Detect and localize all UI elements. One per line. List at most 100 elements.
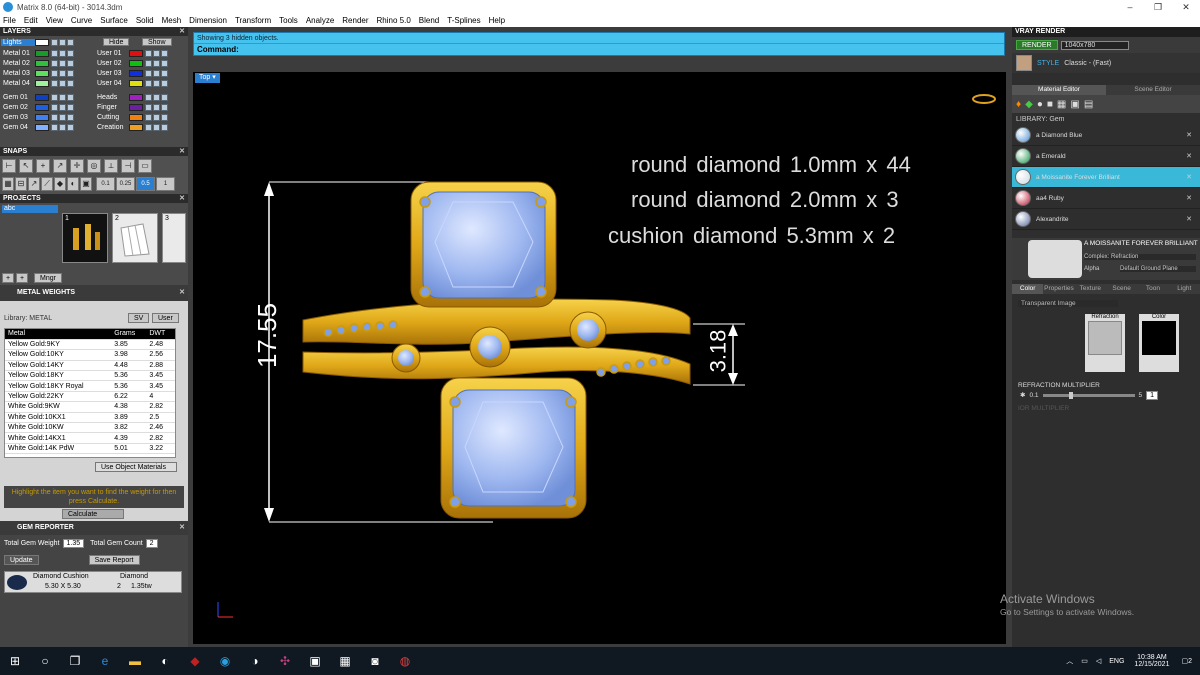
tab-texture[interactable]: Texture (1074, 284, 1106, 294)
layer-color-swatch[interactable] (129, 114, 143, 121)
lock-icon[interactable] (153, 50, 160, 57)
layer-color-swatch[interactable] (129, 124, 143, 131)
snap-option-icon[interactable]: ⟋ (41, 177, 53, 191)
menu-render[interactable]: Render (342, 16, 368, 25)
snap-option-icon[interactable]: ↗ (28, 177, 40, 191)
tab-light[interactable]: Light (1168, 284, 1200, 294)
update-button[interactable]: Update (4, 555, 39, 565)
layer-color-swatch[interactable] (129, 60, 143, 67)
eye-icon[interactable] (51, 124, 58, 131)
table-row[interactable]: White Gold:14KX1 4.39 2.82 (5, 432, 175, 444)
layer-row[interactable]: Finger (95, 103, 169, 112)
material-item[interactable]: a Diamond Blue ✕ (1012, 125, 1200, 146)
close-button[interactable]: ✕ (1172, 2, 1200, 13)
layer-toggle-icon[interactable] (161, 50, 168, 57)
layer-name[interactable]: Gem 02 (1, 104, 35, 111)
lock-icon[interactable] (59, 70, 66, 77)
menu-transform[interactable]: Transform (235, 16, 271, 25)
menu-tools[interactable]: Tools (279, 16, 298, 25)
layer-name[interactable]: Lights (1, 39, 35, 46)
layer-color-swatch[interactable] (35, 124, 49, 131)
add-project-button[interactable]: + (2, 273, 14, 283)
layer-color-swatch[interactable] (35, 80, 49, 87)
snap-tool-icon[interactable]: ⟂ (104, 159, 118, 173)
layer-row[interactable]: Metal 01 (1, 49, 75, 58)
remove-material-icon[interactable]: ✕ (1186, 131, 1192, 139)
eye-icon[interactable] (51, 80, 58, 87)
layer-toggle-icon[interactable] (67, 80, 74, 87)
lock-icon[interactable] (59, 39, 66, 46)
tab-toon[interactable]: Toon (1137, 284, 1169, 294)
table-row[interactable]: Yellow Gold:14KY 4.48 2.88 (5, 360, 175, 372)
tab-properties[interactable]: Properties (1043, 284, 1075, 294)
layer-color-swatch[interactable] (35, 39, 49, 46)
notifications-icon[interactable]: ▢2 (1181, 657, 1192, 665)
layer-color-swatch[interactable] (35, 114, 49, 121)
resolution-field[interactable]: 1040x780 (1060, 40, 1129, 50)
menu-help[interactable]: Help (489, 16, 505, 25)
square-icon[interactable]: ■ (1047, 99, 1053, 110)
project-thumb[interactable]: 2 (112, 213, 158, 263)
app-icon-3[interactable]: ◑ (240, 647, 270, 675)
save-report-button[interactable]: Save Report (88, 555, 140, 565)
layer-name[interactable]: Gem 01 (1, 94, 35, 101)
snap-tool-icon[interactable]: + (36, 159, 50, 173)
eye-icon[interactable] (51, 39, 58, 46)
eye-icon[interactable] (51, 50, 58, 57)
snap-tool-icon[interactable]: ↗ (53, 159, 67, 173)
snap-tool-icon[interactable]: ◎ (87, 159, 101, 173)
layer-color-swatch[interactable] (129, 50, 143, 57)
table-row[interactable]: Yellow Gold:10KY 3.98 2.56 (5, 349, 175, 361)
ground-select[interactable]: Default Ground Plane (1120, 266, 1196, 272)
snap-tool-icon[interactable]: ⊢ (2, 159, 16, 173)
layer-name[interactable]: Creation (95, 124, 129, 131)
menu-t-splines[interactable]: T-Splines (447, 16, 480, 25)
layer-toggle-icon[interactable] (67, 70, 74, 77)
table-row[interactable]: White Gold:14K PdW 5.01 3.22 (5, 443, 175, 455)
layer-color-swatch[interactable] (35, 50, 49, 57)
layer-name[interactable]: Metal 02 (1, 60, 35, 67)
layer-row[interactable]: Metal 03 (1, 69, 75, 78)
lock-icon[interactable] (153, 70, 160, 77)
eye-icon[interactable] (51, 104, 58, 111)
menu-dimension[interactable]: Dimension (189, 16, 227, 25)
close-icon[interactable]: ✕ (179, 285, 185, 301)
use-object-materials-select[interactable]: Use Object Materials (95, 462, 177, 472)
viewport-top[interactable]: Top ▾ round diamond 1.0mm x 44 round dia… (193, 72, 1006, 644)
snap-option-icon[interactable]: ◆ (54, 177, 66, 191)
app-icon-5[interactable]: ▣ (300, 647, 330, 675)
layer-name[interactable]: User 01 (95, 50, 129, 57)
eye-icon[interactable] (51, 60, 58, 67)
refraction-slot[interactable]: Refraction (1085, 314, 1125, 372)
eye-icon[interactable] (145, 94, 152, 101)
material-item[interactable]: a Moissanite Forever Brilliant ✕ (1012, 167, 1200, 188)
volume-icon[interactable]: ◁ (1096, 657, 1101, 665)
layer-row[interactable]: Creation (95, 123, 169, 132)
menu-rhino-5-0[interactable]: Rhino 5.0 (377, 16, 411, 25)
eye-icon[interactable] (145, 50, 152, 57)
menu-analyze[interactable]: Analyze (306, 16, 334, 25)
task-view-icon[interactable]: ❐ (60, 647, 90, 675)
snap-tool-icon[interactable]: ✛ (70, 159, 84, 173)
lock-icon[interactable] (153, 104, 160, 111)
chrome-icon[interactable]: ◍ (390, 647, 420, 675)
project-thumb[interactable]: 3 (162, 213, 186, 263)
tab-scene-editor[interactable]: Scene Editor (1106, 85, 1200, 95)
lock-icon[interactable] (153, 124, 160, 131)
clock[interactable]: 10:38 AM 12/15/2021 (1134, 654, 1169, 668)
layer-toggle-icon[interactable] (67, 104, 74, 111)
grid-icon[interactable]: ▦ (1057, 99, 1066, 110)
render-button[interactable]: RENDER (1016, 40, 1058, 50)
layer-name[interactable]: Metal 03 (1, 70, 35, 77)
eye-icon[interactable] (145, 104, 152, 111)
layer-row[interactable]: Gem 01 (1, 93, 75, 102)
snap-tool-icon[interactable]: ↖ (19, 159, 33, 173)
material-item[interactable]: Alexandrite ✕ (1012, 209, 1200, 230)
style-select[interactable]: Classic - (Fast) (1064, 60, 1111, 67)
sphere-icon[interactable]: ● (1037, 99, 1043, 110)
remove-material-icon[interactable]: ✕ (1186, 173, 1192, 181)
lock-icon[interactable] (153, 80, 160, 87)
layer-color-swatch[interactable] (35, 60, 49, 67)
layer-row[interactable]: Heads (95, 93, 169, 102)
search-icon[interactable]: ○ (30, 647, 60, 675)
